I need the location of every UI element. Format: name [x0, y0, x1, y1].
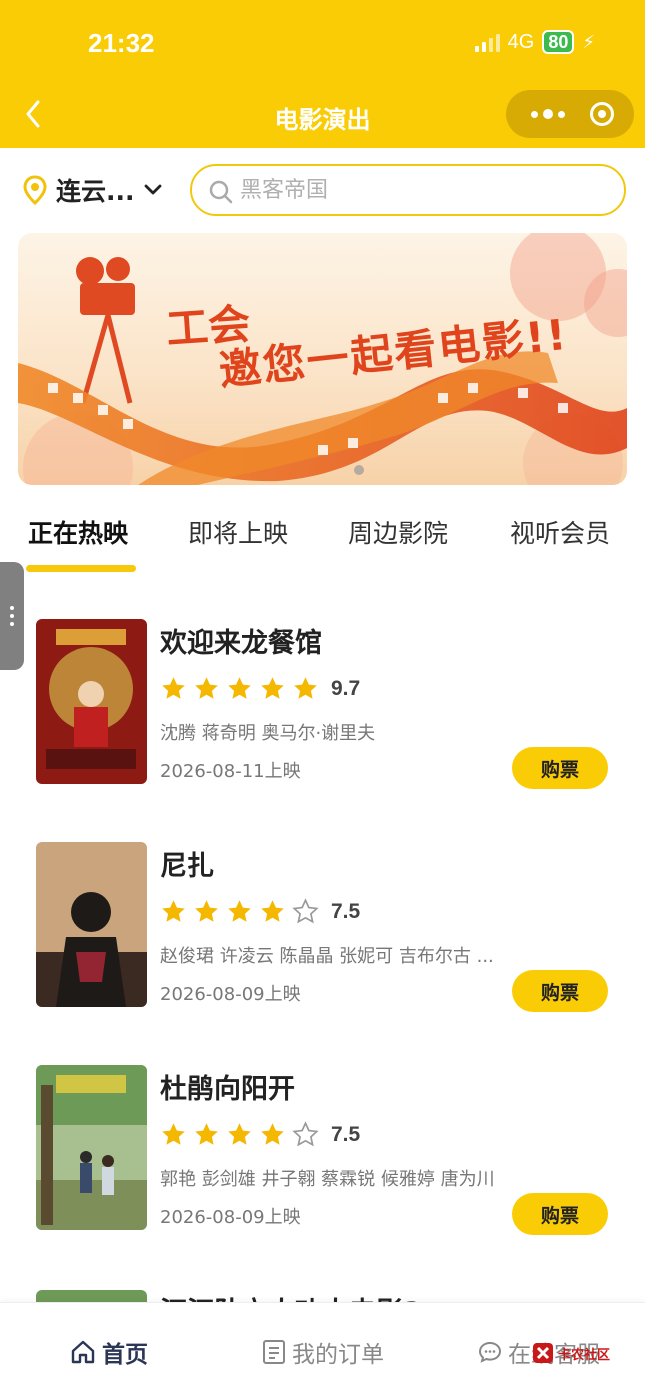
nav-orders-label: 我的订单 [292, 1342, 384, 1368]
rating-stars: 7.5 [160, 1121, 360, 1148]
star-filled-icon [162, 900, 185, 922]
status-time: 21:32 [88, 28, 155, 58]
movie-item[interactable]: 杜鹃向阳开 7.5 郭艳 彭剑雄 井子翱 蔡霖锐 候雅婷 唐为川 2026-08… [0, 1065, 645, 1235]
star-filled-icon [261, 1123, 284, 1145]
star-filled-icon [261, 677, 284, 699]
star-filled-icon [195, 1123, 218, 1145]
rating-stars: 9.7 [160, 675, 360, 702]
top-bar: 21:32 4G 80 ⚡ 电影演出 [0, 0, 645, 148]
status-indicators: 4G 80 ⚡ [474, 30, 595, 54]
movie-item[interactable]: 欢迎来龙餐馆 9.7 沈腾 蒋奇明 奥马尔·谢里夫 2026-08-11上映 购… [0, 619, 645, 789]
movie-cast: 赵俊珺 许凌云 陈晶晶 张妮可 吉布尔古 ... [160, 946, 494, 967]
star-filled-icon [294, 677, 317, 699]
nav-orders[interactable]: 我的订单 [262, 1335, 384, 1369]
release-date: 2026-08-11上映 [160, 761, 301, 782]
movie-title[interactable]: 尼扎 [160, 844, 214, 883]
tab-coming-soon[interactable]: 即将上映 [188, 514, 288, 550]
buy-ticket-button[interactable]: 购票 [512, 747, 608, 789]
movie-poster[interactable] [36, 619, 147, 784]
close-miniprogram-icon[interactable] [590, 102, 614, 126]
movie-poster[interactable] [36, 1290, 147, 1302]
star-empty-icon [292, 1121, 319, 1147]
star-filled-icon [228, 900, 251, 922]
search-input[interactable] [240, 174, 600, 206]
rating-stars: 7.5 [160, 898, 360, 925]
home-icon [71, 1340, 95, 1364]
movie-cast: 郭艳 彭剑雄 井子翱 蔡霖锐 候雅婷 唐为川 [160, 1169, 495, 1190]
search-icon [209, 180, 233, 204]
charging-icon: ⚡ [582, 31, 595, 53]
location-pin-icon [23, 175, 47, 205]
star-filled-icon [228, 677, 251, 699]
network-type: 4G [507, 30, 535, 53]
star-empty-icon [292, 898, 319, 924]
location-selector[interactable]: 连云... [22, 172, 163, 208]
battery-level: 80 [542, 30, 575, 54]
movie-score: 7.5 [331, 899, 361, 923]
buy-ticket-button[interactable]: 购票 [512, 970, 608, 1012]
star-filled-icon [228, 1123, 251, 1145]
movie-item[interactable]: 尼扎 7.5 赵俊珺 许凌云 陈晶晶 张妮可 吉布尔古 ... 2026-08-… [0, 842, 645, 1012]
movie-poster[interactable] [36, 1065, 147, 1230]
star-filled-icon [261, 900, 284, 922]
order-icon [263, 1340, 285, 1364]
tab-nearby-cinemas[interactable]: 周边影院 [348, 514, 448, 550]
release-date: 2026-08-09上映 [160, 1207, 301, 1228]
watermark: 卡农社区 [532, 1342, 610, 1364]
buy-ticket-button[interactable]: 购票 [512, 1193, 608, 1235]
tab-membership[interactable]: 视听会员 [510, 514, 610, 550]
more-icon[interactable] [524, 104, 572, 124]
star-filled-icon [195, 900, 218, 922]
star-filled-icon [195, 677, 218, 699]
movie-score: 7.5 [331, 1122, 361, 1146]
tab-now-showing[interactable]: 正在热映 [28, 514, 128, 550]
active-tab-indicator [26, 565, 136, 572]
mini-program-capsule [506, 90, 634, 138]
movie-cast: 沈腾 蒋奇明 奥马尔·谢里夫 [160, 723, 376, 744]
movie-title[interactable]: 杜鹃向阳开 [160, 1067, 295, 1106]
city-label: 连云... [56, 177, 135, 206]
movie-score: 9.7 [331, 676, 361, 700]
search-box[interactable] [190, 164, 626, 216]
chat-icon [478, 1341, 502, 1363]
carousel-indicator[interactable] [354, 465, 364, 475]
star-filled-icon [162, 677, 185, 699]
movie-title[interactable]: 欢迎来龙餐馆 [160, 621, 322, 660]
watermark-logo-icon [533, 1343, 553, 1363]
release-date: 2026-08-09上映 [160, 984, 301, 1005]
nav-home-label: 首页 [102, 1342, 148, 1368]
promo-banner[interactable]: 工会 邀您一起看电影!! [18, 233, 627, 485]
chevron-down-icon [144, 184, 161, 195]
nav-home[interactable]: 首页 [70, 1335, 148, 1369]
signal-icon [474, 32, 500, 52]
star-filled-icon [162, 1123, 185, 1145]
watermark-text: 卡农社区 [558, 1347, 611, 1363]
movie-poster[interactable] [36, 842, 147, 1007]
